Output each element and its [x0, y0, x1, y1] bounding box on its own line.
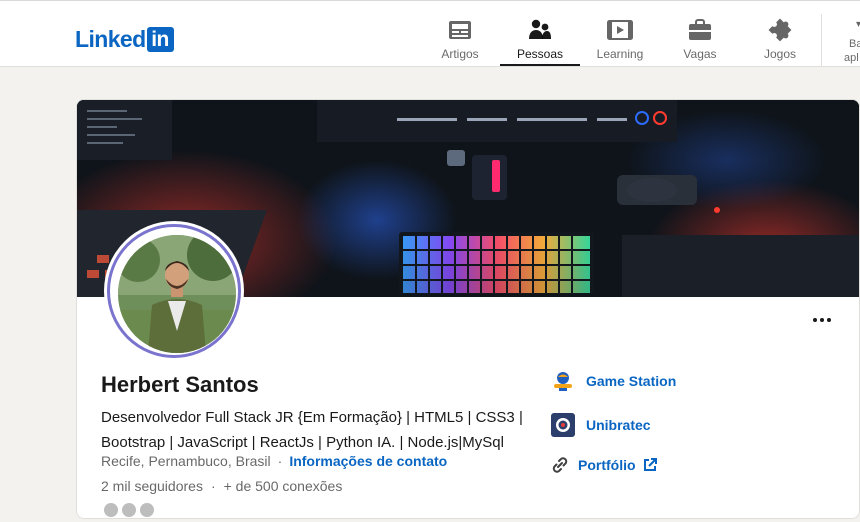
jobs-icon	[687, 18, 713, 42]
games-icon	[767, 18, 793, 42]
open-to-ring	[107, 224, 241, 358]
top-rule	[0, 0, 860, 1]
learning-icon	[607, 18, 633, 42]
nav-divider	[821, 14, 822, 66]
linkedin-logo[interactable]: Linked in	[75, 26, 174, 53]
people-icon	[527, 18, 553, 42]
primary-nav: Artigos Pessoas Learning Vagas Jogos	[420, 12, 820, 66]
logo-in-box: in	[146, 27, 174, 52]
link-icon	[550, 452, 570, 477]
mutual-connections-avatars	[104, 503, 174, 517]
profile-stats-row: 2 mil seguidores · + de 500 conexões	[101, 478, 342, 494]
company-name: Game Station	[586, 372, 677, 389]
current-company-link[interactable]: Game Station	[550, 368, 676, 393]
nav-label: Vagas	[683, 47, 717, 61]
nav-item-learning[interactable]: Learning	[580, 12, 660, 66]
nav-label: Jogos	[763, 47, 797, 61]
game-station-logo-icon	[550, 368, 575, 393]
business-menu-line2: apl	[844, 52, 859, 64]
nav-item-artigos[interactable]: Artigos	[420, 12, 500, 66]
followers-count[interactable]: 2 mil seguidores	[101, 478, 203, 494]
logo-word: Linked	[75, 26, 146, 52]
nav-item-pessoas[interactable]: Pessoas	[500, 12, 580, 66]
profile-photo-frame[interactable]	[104, 221, 244, 361]
nav-label: Artigos	[441, 47, 479, 61]
articles-icon	[447, 18, 473, 42]
dot-icon	[813, 318, 817, 322]
education-link[interactable]: Unibratec	[550, 412, 651, 437]
profile-location-row: Recife, Pernambuco, Brasil · Informações d…	[101, 453, 447, 469]
global-nav: Linked in Artigos Pessoas Learning Vagas…	[0, 0, 860, 67]
avatar	[104, 503, 118, 517]
nav-item-jogos[interactable]: Jogos	[740, 12, 820, 66]
profile-location: Recife, Pernambuco, Brasil	[101, 453, 271, 469]
nav-label: Learning	[596, 47, 644, 61]
separator: ·	[210, 478, 216, 494]
portfolio-label: Portfólio	[578, 456, 636, 473]
nav-item-vagas[interactable]: Vagas	[660, 12, 740, 66]
business-menu-line1: Ba	[849, 38, 860, 50]
dot-icon	[827, 318, 831, 322]
school-name: Unibratec	[586, 416, 651, 433]
profile-headline: Desenvolvedor Full Stack JR {Em Formação…	[101, 409, 523, 451]
profile-name: Herbert Santos	[101, 372, 259, 397]
contact-info-link[interactable]: Informações de contato	[289, 453, 447, 469]
avatar	[122, 503, 136, 517]
connections-count[interactable]: + de 500 conexões	[224, 478, 343, 494]
avatar	[140, 503, 154, 517]
external-link-icon	[643, 457, 657, 472]
more-actions-button[interactable]	[806, 308, 838, 332]
chevron-down-icon: ▾	[856, 19, 860, 30]
dot-icon	[820, 318, 824, 322]
unibratec-logo-icon	[550, 412, 575, 437]
nav-label: Pessoas	[516, 47, 564, 61]
separator: ·	[277, 453, 283, 469]
avatar	[118, 235, 236, 353]
portfolio-link[interactable]: Portfólio	[550, 452, 657, 477]
